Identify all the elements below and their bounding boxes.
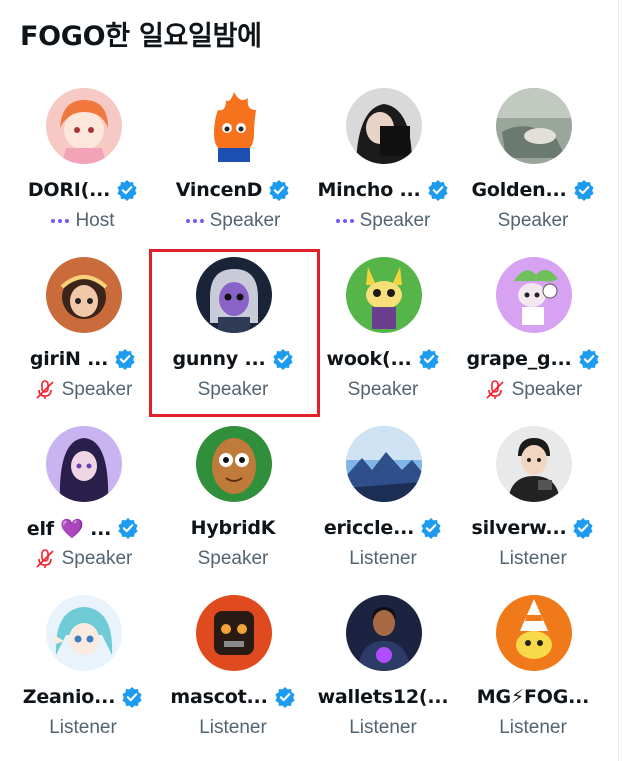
participant-card[interactable]: grape_g... Speaker	[458, 257, 608, 417]
participant-role: Listener	[49, 717, 117, 738]
avatar	[346, 426, 422, 502]
participant-name: mascot...	[170, 686, 268, 708]
panel-divider	[618, 0, 619, 761]
participant-card[interactable]: ericcle... Listener	[308, 426, 458, 586]
avatar	[346, 88, 422, 164]
participant-card[interactable]: mascot... Listener	[158, 595, 308, 755]
avatar	[496, 257, 572, 333]
verified-badge-icon	[418, 349, 439, 370]
participant-name: wook(...	[326, 348, 412, 370]
participant-role: Speaker	[61, 548, 133, 569]
avatar	[346, 595, 422, 671]
verified-badge-icon	[122, 687, 142, 708]
participant-name: DORI(...	[27, 179, 111, 201]
participant-role: Listener	[349, 548, 417, 569]
verified-badge-icon	[269, 180, 289, 201]
participant-card[interactable]: silverw... Listener	[458, 426, 608, 586]
participant-name: ericcle...	[323, 517, 415, 539]
participant-card[interactable]: Mincho ... Speaker	[308, 88, 458, 248]
participant-name: Golden...	[471, 179, 567, 201]
selection-highlight	[149, 249, 320, 417]
verified-badge-icon	[274, 687, 295, 708]
avatar	[196, 426, 272, 502]
avatar	[46, 257, 122, 333]
verified-badge-icon	[573, 180, 594, 201]
avatar	[46, 88, 122, 164]
avatar	[496, 426, 572, 502]
participant-name: elf 💜 ...	[26, 517, 112, 540]
participant-name: HybridK	[190, 517, 276, 539]
space-title: FOGO한 일요일밤에	[20, 21, 262, 52]
participant-name: grape_g...	[466, 348, 572, 370]
participant-role: Speaker	[359, 210, 431, 231]
host-dots-icon	[185, 219, 204, 223]
participant-name: silverw...	[471, 517, 567, 539]
participant-name: Zeanio...	[22, 686, 116, 708]
participant-card[interactable]: elf 💜 ... Speaker	[8, 426, 158, 586]
avatar	[496, 595, 572, 671]
participant-role: Speaker	[497, 210, 569, 231]
verified-badge-icon	[578, 349, 599, 370]
participant-card[interactable]: HybridK Speaker	[158, 426, 308, 586]
participant-card[interactable]: Zeanio... Listener	[8, 595, 158, 755]
verified-badge-icon	[118, 518, 138, 539]
participant-name: Mincho ...	[317, 179, 421, 201]
muted-mic-icon	[36, 549, 54, 568]
participant-role: Speaker	[209, 210, 281, 231]
avatar	[46, 426, 122, 502]
participant-card[interactable]: Golden... Speaker	[458, 88, 608, 248]
verified-badge-icon	[117, 180, 137, 201]
participant-role: Speaker	[347, 379, 419, 400]
participant-card[interactable]: VincenD Speaker	[158, 88, 308, 248]
participant-card[interactable]: wook(... Speaker	[308, 257, 458, 417]
participant-name: MG⚡FOG...	[476, 686, 590, 708]
participant-role: Listener	[349, 717, 417, 738]
participant-card[interactable]: MG⚡FOG... Listener	[458, 595, 608, 755]
avatar	[496, 88, 572, 164]
participant-role: Speaker	[511, 379, 583, 400]
avatar	[346, 257, 422, 333]
participant-name: giriN ...	[29, 348, 109, 370]
participant-role: Speaker	[61, 379, 133, 400]
verified-badge-icon	[421, 518, 441, 539]
participant-role: Listener	[499, 717, 567, 738]
participant-name: VincenD	[175, 179, 263, 201]
verified-badge-icon	[115, 349, 135, 370]
participant-role: Speaker	[197, 548, 269, 569]
participant-name: wallets12(...	[317, 686, 449, 708]
avatar	[196, 88, 272, 164]
host-dots-icon	[51, 219, 70, 223]
participant-role: Host	[75, 210, 115, 231]
participant-role: Listener	[499, 548, 567, 569]
participant-card[interactable]: wallets12(... Listener	[308, 595, 458, 755]
avatar	[196, 595, 272, 671]
participant-card[interactable]: giriN ... Speaker	[8, 257, 158, 417]
muted-mic-icon	[486, 380, 504, 399]
participant-card[interactable]: DORI(... Host	[8, 88, 158, 248]
avatar	[46, 595, 122, 671]
muted-mic-icon	[36, 380, 54, 399]
participant-role: Listener	[199, 717, 267, 738]
verified-badge-icon	[427, 180, 448, 201]
host-dots-icon	[335, 219, 354, 223]
verified-badge-icon	[573, 518, 594, 539]
